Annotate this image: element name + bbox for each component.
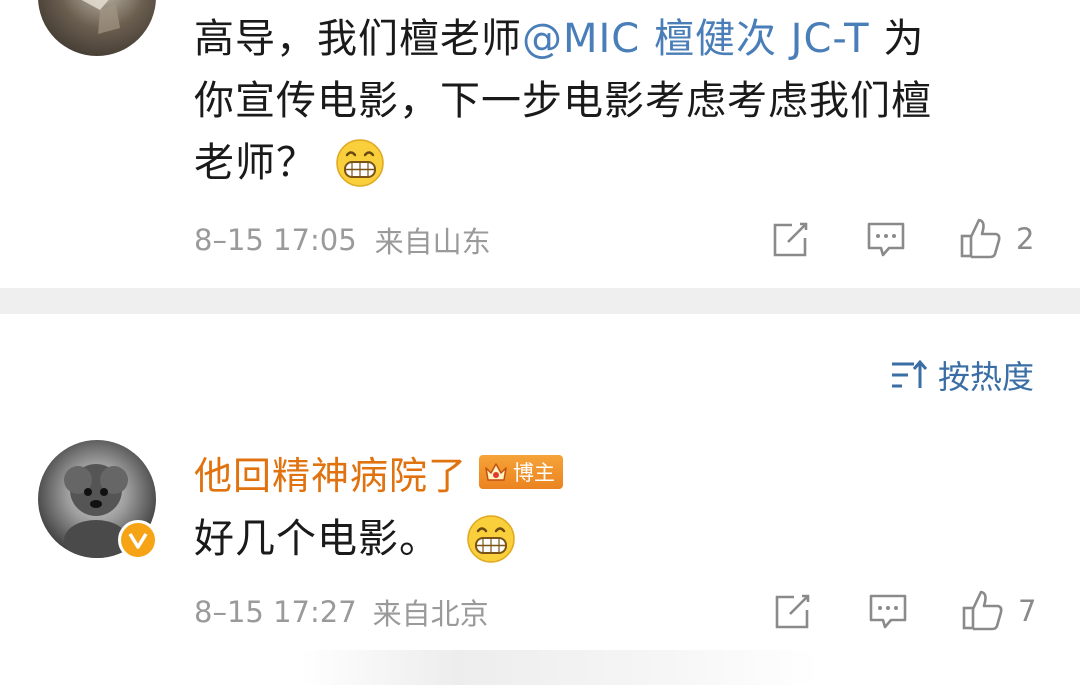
blogger-badge: 博主 <box>479 455 564 489</box>
comment-button[interactable] <box>862 218 910 262</box>
repost-icon <box>773 222 808 257</box>
comment-bubble-icon <box>869 594 907 629</box>
comment-line: 你宣传电影，下一步电影考虑考虑我们檀 <box>194 78 932 124</box>
comment-line: 高导，我们檀老师@MIC 檀健次 JC-T 为 <box>194 8 1054 70</box>
timestamp: 8–15 17:27 <box>194 595 357 629</box>
thumbs-up-icon <box>962 590 1003 631</box>
grinning-face-icon <box>466 514 516 564</box>
crown-icon <box>485 463 507 481</box>
like-button[interactable]: 2 <box>958 214 1052 264</box>
location: 来自山东 <box>374 225 491 259</box>
timestamp: 8–15 17:05 <box>194 223 357 257</box>
comment-line: 老师？ <box>194 132 1054 194</box>
like-button[interactable]: 7 <box>960 586 1054 636</box>
verified-badge-icon <box>118 520 158 560</box>
comment-text: 好几个电影。 <box>194 508 516 570</box>
comment-text: 高导，我们檀老师@MIC 檀健次 JC-T 为 你宣传电影，下一步电影考虑考虑我… <box>194 8 1054 194</box>
like-count: 7 <box>1018 594 1037 628</box>
comment-bubble-icon <box>867 222 905 257</box>
location: 来自北京 <box>372 597 489 631</box>
sort-label: 按热度 <box>938 358 1035 396</box>
repost-icon <box>775 594 810 629</box>
thumbs-up-icon <box>960 218 1001 259</box>
like-count: 2 <box>1016 222 1035 256</box>
sort-lines-icon <box>892 359 928 388</box>
mention-link[interactable]: @MIC 檀健次 JC-T <box>522 16 870 62</box>
comment-header: 他回精神病院了 博主 <box>194 448 564 498</box>
username-link[interactable]: 他回精神病院了 <box>194 445 467 500</box>
comment-text-segment: 高导，我们檀老师 <box>194 16 522 62</box>
comment-button[interactable] <box>864 590 912 634</box>
comment-meta: 8–15 17:27 来自北京 <box>194 592 489 632</box>
badge-label: 博主 <box>513 461 556 485</box>
repost-button[interactable] <box>768 590 816 634</box>
watermark-band <box>300 650 820 685</box>
sort-by-hot-button[interactable]: 按热度 <box>890 352 1034 398</box>
comment-text-segment: 好几个电影。 <box>194 516 440 562</box>
repost-button[interactable] <box>766 218 814 262</box>
comment-text-segment: 老师？ <box>194 140 317 186</box>
comment-text-segment: 为 <box>883 16 925 62</box>
comment-meta: 8–15 17:05 来自山东 <box>194 220 491 260</box>
commenter-avatar[interactable] <box>38 0 156 56</box>
grinning-face-icon <box>335 138 385 188</box>
section-divider <box>0 288 1080 314</box>
